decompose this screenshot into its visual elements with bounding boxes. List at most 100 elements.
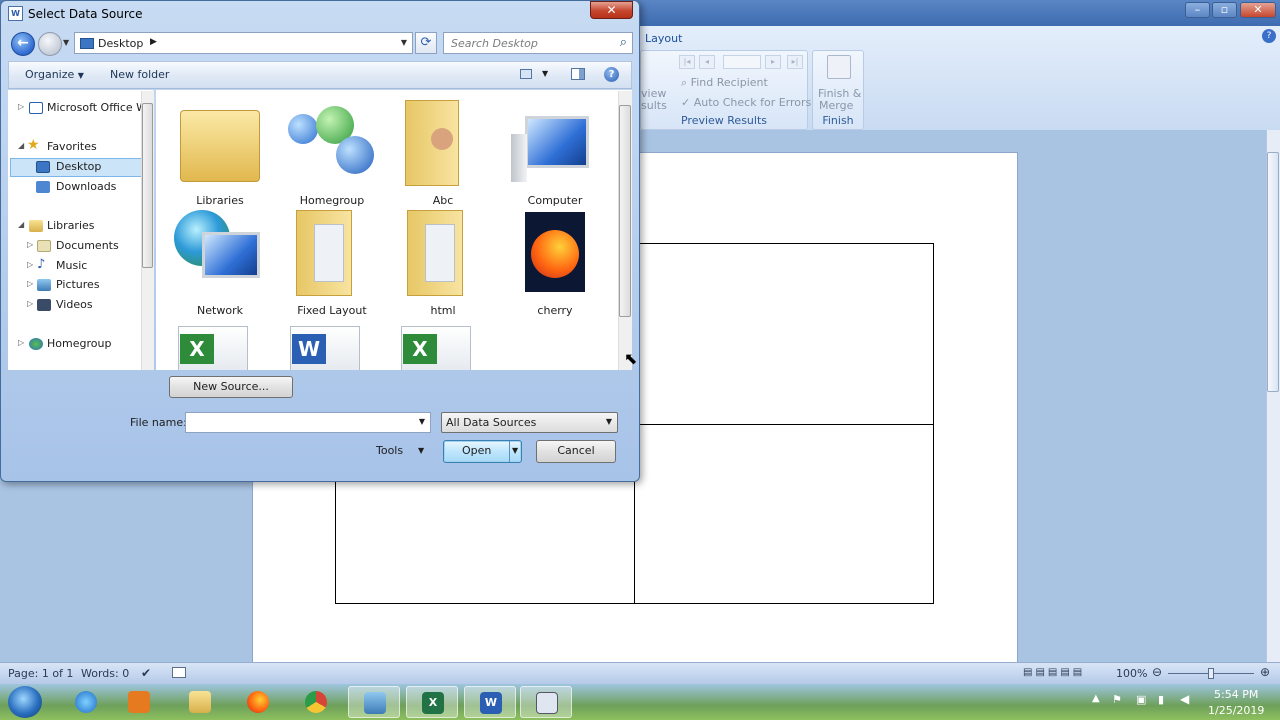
next-record-icon[interactable]: ▸ bbox=[765, 55, 781, 69]
recent-pages-chevron-icon[interactable]: ▼ bbox=[63, 38, 69, 47]
auto-check-errors-button[interactable]: ✓ Auto Check for Errors bbox=[681, 96, 811, 109]
cancel-button[interactable]: Cancel bbox=[536, 440, 616, 463]
zoom-in-icon[interactable]: ⊕ bbox=[1260, 665, 1270, 679]
tray-signal-icon[interactable]: ▮ bbox=[1158, 693, 1164, 706]
open-split-divider bbox=[509, 441, 510, 462]
organize-button[interactable]: Organize ▼ bbox=[25, 68, 84, 81]
expand-arrow-icon[interactable]: ▷ bbox=[27, 240, 33, 249]
help-icon[interactable]: ? bbox=[604, 67, 619, 82]
media-player-icon bbox=[128, 691, 150, 713]
tray-volume-icon[interactable]: ◀ bbox=[1180, 692, 1189, 706]
view-options-dropdown-icon[interactable]: ▼ bbox=[542, 69, 548, 78]
word-scroll-thumb[interactable] bbox=[1267, 152, 1279, 392]
collapse-arrow-icon[interactable]: ◢ bbox=[18, 220, 24, 229]
libraries-folder-icon bbox=[180, 110, 260, 182]
expand-arrow-icon[interactable]: ▷ bbox=[27, 299, 33, 308]
file-item-excel-1[interactable]: X bbox=[170, 322, 270, 370]
mouse-cursor-icon: ⬉ bbox=[624, 349, 638, 368]
last-record-icon[interactable]: ▸| bbox=[787, 55, 803, 69]
expand-arrow-icon[interactable]: ▷ bbox=[27, 260, 33, 269]
tray-date[interactable]: 1/25/2019 bbox=[1208, 704, 1264, 717]
zoom-out-icon[interactable]: ⊖ bbox=[1152, 665, 1162, 679]
proofing-icon[interactable]: ✔ bbox=[141, 666, 151, 680]
taskbar-word[interactable]: W bbox=[464, 686, 516, 718]
file-name-input[interactable]: ▼ bbox=[185, 412, 431, 433]
open-dropdown-icon[interactable]: ▼ bbox=[512, 446, 518, 455]
word-status-bar: Page: 1 of 1 Words: 0 ✔ ▤▤▤▤▤ 100% ⊖ ⊕ bbox=[0, 662, 1280, 684]
forward-arrow-icon[interactable] bbox=[38, 32, 62, 56]
file-name-dropdown-icon[interactable]: ▼ bbox=[419, 417, 425, 426]
tray-time[interactable]: 5:54 PM bbox=[1214, 688, 1258, 701]
file-item-word-1[interactable]: W bbox=[282, 322, 382, 370]
organize-dropdown-icon: ▼ bbox=[77, 71, 84, 80]
taskbar-ie[interactable] bbox=[60, 686, 112, 718]
excel-badge-icon: X bbox=[180, 334, 214, 364]
status-page-count[interactable]: Page: 1 of 1 bbox=[8, 667, 73, 680]
find-recipient-button[interactable]: ⌕ Find Recipient bbox=[681, 76, 768, 90]
finish-merge-label-2[interactable]: Merge bbox=[819, 99, 853, 112]
collapse-arrow-icon[interactable]: ◢ bbox=[18, 141, 24, 150]
first-record-icon[interactable]: |◂ bbox=[679, 55, 695, 69]
taskbar-excel[interactable]: X bbox=[406, 686, 458, 718]
expand-arrow-icon[interactable]: ▷ bbox=[18, 338, 24, 347]
videos-icon bbox=[37, 299, 51, 311]
new-source-button[interactable]: New Source... bbox=[169, 376, 293, 398]
word-close-button[interactable]: ✕ bbox=[1240, 2, 1276, 18]
auto-check-icon: ✓ bbox=[681, 96, 691, 109]
tray-network-icon[interactable]: ▣ bbox=[1136, 693, 1146, 706]
word-help-icon[interactable]: ? bbox=[1262, 29, 1276, 43]
zoom-slider-thumb[interactable] bbox=[1208, 668, 1214, 679]
breadcrumb-arrow-icon[interactable]: ▶ bbox=[150, 37, 157, 47]
network-monitor-icon bbox=[202, 232, 260, 278]
view-buttons[interactable]: ▤▤▤▤▤ bbox=[1023, 667, 1085, 678]
finish-group-label: Finish bbox=[822, 114, 854, 127]
folder-icon bbox=[189, 691, 211, 713]
open-button[interactable]: Open bbox=[443, 440, 522, 463]
zoom-level[interactable]: 100% bbox=[1116, 667, 1147, 680]
dialog-close-button[interactable]: ✕ bbox=[590, 1, 633, 19]
word-badge-icon: W bbox=[292, 334, 326, 364]
ie-icon bbox=[75, 691, 97, 713]
homegroup-icon bbox=[29, 338, 43, 350]
address-dropdown-icon[interactable]: ▼ bbox=[401, 38, 407, 47]
macro-record-icon[interactable] bbox=[172, 667, 186, 678]
taskbar-firefox[interactable] bbox=[232, 686, 284, 718]
taskbar-media-player[interactable] bbox=[113, 686, 165, 718]
file-type-select[interactable]: All Data Sources ▼ bbox=[441, 412, 618, 433]
expand-arrow-icon[interactable]: ▷ bbox=[18, 102, 24, 111]
taskbar-explorer[interactable] bbox=[174, 686, 226, 718]
address-bar[interactable]: Desktop ▶ ▼ bbox=[74, 32, 413, 54]
word-minimize-button[interactable]: – bbox=[1185, 2, 1210, 18]
record-number-input[interactable] bbox=[723, 55, 761, 69]
folder-paper-icon bbox=[425, 224, 455, 282]
status-word-count[interactable]: Words: 0 bbox=[81, 667, 129, 680]
refresh-icon[interactable]: ⟳ bbox=[415, 32, 437, 54]
tray-show-hidden-icon[interactable]: ▲ bbox=[1092, 693, 1100, 704]
tools-button[interactable]: Tools bbox=[376, 444, 403, 457]
change-view-icon[interactable] bbox=[520, 69, 532, 79]
taskbar-chrome[interactable] bbox=[290, 686, 342, 718]
taskbar-window[interactable] bbox=[520, 686, 572, 718]
search-placeholder: Search Desktop bbox=[451, 37, 538, 50]
address-location[interactable]: Desktop bbox=[98, 37, 143, 50]
new-folder-button[interactable]: New folder bbox=[110, 68, 169, 81]
expand-arrow-icon[interactable]: ▷ bbox=[27, 279, 33, 288]
tab-layout[interactable]: Layout bbox=[645, 30, 695, 48]
search-icon[interactable]: ⌕ bbox=[620, 35, 627, 50]
tools-dropdown-icon[interactable]: ▼ bbox=[418, 446, 424, 455]
back-arrow-icon[interactable]: ← bbox=[11, 32, 35, 56]
nav-scroll-thumb[interactable] bbox=[142, 103, 153, 268]
taskbar-picture-viewer[interactable] bbox=[348, 686, 400, 718]
search-input[interactable]: Search Desktop ⌕ bbox=[443, 32, 633, 54]
picture-viewer-icon bbox=[364, 692, 386, 714]
music-icon: ♪ bbox=[37, 257, 46, 272]
start-button-icon[interactable] bbox=[8, 686, 42, 718]
desktop-icon bbox=[36, 161, 50, 173]
previous-record-icon[interactable]: ◂ bbox=[699, 55, 715, 69]
file-list-scroll-thumb[interactable] bbox=[619, 105, 631, 317]
word-maximize-button[interactable]: ▫ bbox=[1212, 2, 1237, 18]
file-type-dropdown-icon[interactable]: ▼ bbox=[606, 417, 612, 426]
tray-flag-icon[interactable]: ⚑ bbox=[1112, 693, 1122, 706]
preview-pane-icon[interactable] bbox=[571, 68, 585, 80]
file-item-excel-2[interactable]: X bbox=[393, 322, 493, 370]
